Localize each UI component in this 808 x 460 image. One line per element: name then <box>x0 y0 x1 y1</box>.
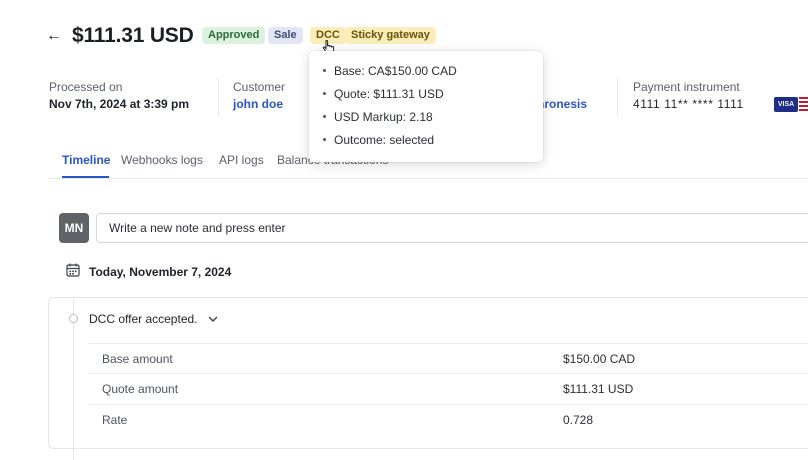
table-row: Base amount $150.00 CAD <box>89 343 808 374</box>
status-badge-sticky-gateway: Sticky gateway <box>345 27 436 44</box>
tooltip-item-text: Base: CA$150.00 CAD <box>334 64 457 78</box>
bullet-icon <box>323 138 326 142</box>
detail-value: $150.00 CAD <box>563 352 636 366</box>
detail-value: 0.728 <box>563 413 594 427</box>
info-divider <box>218 78 219 116</box>
note-input[interactable] <box>96 213 808 243</box>
tab-api-logs[interactable]: API logs <box>219 153 264 167</box>
timeline-date-heading: Today, November 7, 2024 <box>89 265 232 279</box>
event-title: DCC offer accepted. <box>89 312 198 326</box>
tab-webhooks-logs[interactable]: Webhooks logs <box>121 153 203 167</box>
visa-card-icon: VISA <box>774 97 798 112</box>
detail-label: Rate <box>102 413 128 427</box>
timeline-dot-icon <box>69 314 78 323</box>
processed-on-label: Processed on <box>49 80 123 94</box>
bullet-icon <box>323 69 326 73</box>
detail-value: $111.31 USD <box>563 382 634 396</box>
timeline-line <box>73 300 74 460</box>
bullet-icon <box>323 92 326 96</box>
detail-label: Base amount <box>102 352 173 366</box>
status-badge-approved: Approved <box>202 27 266 44</box>
tab-timeline[interactable]: Timeline <box>62 153 110 167</box>
tooltip-item: Quote: $111.31 USD <box>323 87 444 101</box>
tooltip-item-text: Outcome: selected <box>334 133 435 147</box>
tabs-divider <box>48 178 808 179</box>
tooltip-item-text: USD Markup: 2.18 <box>334 110 433 124</box>
payment-instrument-value: 4111 11** **** 1111 <box>633 97 744 111</box>
customer-link[interactable]: john doe <box>233 97 283 111</box>
info-divider <box>617 78 618 116</box>
transaction-amount: $111.31 USD <box>72 24 194 47</box>
avatar: MN <box>59 213 89 243</box>
bullet-icon <box>323 115 326 119</box>
tooltip-item: Base: CA$150.00 CAD <box>323 64 457 78</box>
status-badge-sale: Sale <box>268 27 303 44</box>
tooltip-item-text: Quote: $111.31 USD <box>334 87 444 101</box>
back-arrow-icon[interactable]: ← <box>46 27 62 45</box>
tooltip-item: USD Markup: 2.18 <box>323 110 433 124</box>
transaction-detail-page: ← $111.31 USD Approved Sale DCC Sticky g… <box>0 0 808 460</box>
partial-link[interactable]: hronesis <box>537 97 587 111</box>
tooltip-item: Outcome: selected <box>323 133 434 147</box>
dcc-tooltip: Base: CA$150.00 CAD Quote: $111.31 USD U… <box>309 51 543 162</box>
processed-on-value: Nov 7th, 2024 at 3:39 pm <box>49 97 190 111</box>
us-flag-icon <box>799 97 808 112</box>
customer-label: Customer <box>233 80 286 94</box>
chevron-down-icon[interactable] <box>207 313 219 325</box>
calendar-icon <box>66 263 80 277</box>
table-row: Quote amount $111.31 USD <box>89 374 808 405</box>
detail-label: Quote amount <box>102 382 179 396</box>
payment-instrument-label: Payment instrument <box>633 80 740 94</box>
table-row: Rate 0.728 <box>89 405 808 436</box>
